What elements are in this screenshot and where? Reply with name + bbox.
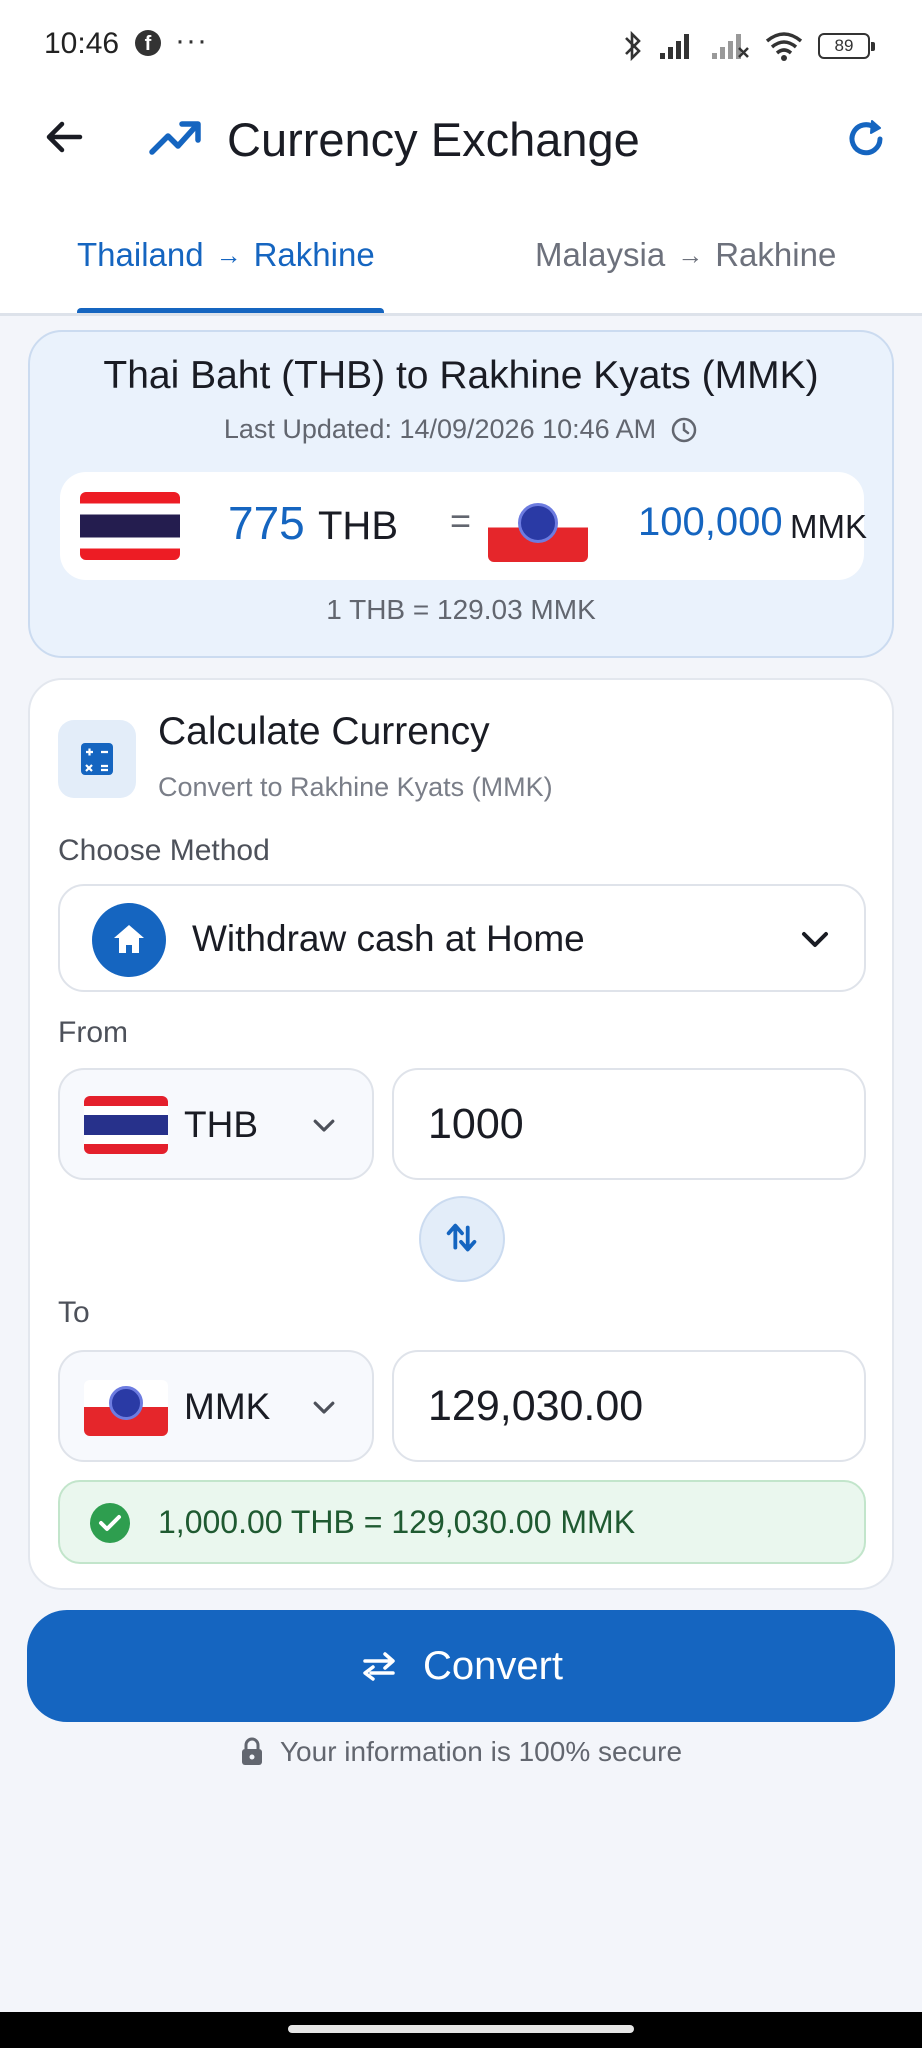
chevron-down-icon	[313, 1119, 335, 1132]
method-value: Withdraw cash at Home	[192, 918, 585, 959]
header-area: 10:46 f ··· 89 Currency Exchange Thailan…	[0, 0, 922, 316]
convert-label: Convert	[422, 1643, 564, 1688]
equals-sign: =	[450, 500, 472, 541]
rate-to-currency: MMK	[790, 508, 867, 545]
more-notifications-icon: ···	[175, 24, 208, 57]
result-text: 1,000.00 THB = 129,030.00 MMK	[158, 1504, 636, 1540]
method-label: Choose Method	[58, 834, 270, 867]
system-nav-bar	[0, 2012, 922, 2048]
signal-off-icon	[712, 34, 749, 59]
refresh-icon[interactable]	[842, 115, 890, 163]
trending-up-icon	[149, 121, 201, 155]
page-title: Currency Exchange	[227, 113, 640, 166]
arrow-right-icon: →	[677, 240, 704, 270]
convert-button-content: Convert	[27, 1610, 895, 1722]
calculator-subtitle: Convert to Rakhine Kyats (MMK)	[158, 772, 553, 802]
chevron-down-icon	[313, 1401, 335, 1414]
security-text: Your information is 100% secure	[279, 1736, 683, 1767]
last-updated-text: Last Updated: 14/09/2026 10:46 AM	[223, 414, 657, 444]
to-currency-select[interactable]: MMK	[58, 1350, 374, 1462]
rate-to-amount: 100,000	[638, 500, 783, 544]
swap-currencies-button[interactable]	[419, 1196, 505, 1282]
lock-icon	[241, 1737, 262, 1765]
check-circle-icon	[90, 1503, 130, 1543]
facebook-icon: f	[135, 30, 161, 56]
rate-from-amount: 775	[228, 497, 305, 549]
status-icons: 89	[622, 26, 875, 66]
back-arrow-icon[interactable]	[40, 112, 90, 162]
exchange-rate-card: Thai Baht (THB) to Rakhine Kyats (MMK) L…	[28, 330, 894, 658]
arrow-right-icon: →	[215, 240, 242, 270]
home-icon	[92, 903, 166, 977]
battery-icon: 89	[818, 33, 875, 59]
rakhine-flag-icon	[84, 1380, 168, 1436]
swap-horizontal-icon	[363, 1652, 395, 1681]
to-currency-code: MMK	[184, 1386, 271, 1427]
tab-to-label: Rakhine	[715, 236, 837, 273]
calculator-card: Calculate Currency Convert to Rakhine Ky…	[28, 678, 894, 1590]
bluetooth-icon	[625, 30, 641, 62]
from-currency-select[interactable]: THB	[58, 1068, 374, 1180]
unit-rate: 1 THB = 129.03 MMK	[326, 594, 596, 625]
thailand-flag-icon	[84, 1096, 168, 1154]
signal-icon	[660, 34, 689, 59]
tab-from-label: Malaysia	[535, 236, 666, 273]
tab-divider	[0, 313, 922, 316]
status-time: 10:46	[44, 27, 120, 60]
tab-from-label: Thailand	[77, 236, 204, 273]
conversion-result: 1,000.00 THB = 129,030.00 MMK	[58, 1480, 866, 1564]
calculator-icon	[58, 720, 136, 798]
clock-icon	[671, 417, 697, 443]
home-gesture-handle[interactable]	[288, 2025, 634, 2033]
thailand-flag-icon	[80, 492, 180, 560]
convert-button[interactable]: Convert	[27, 1610, 895, 1722]
from-label: From	[58, 1016, 128, 1049]
to-label: To	[58, 1296, 90, 1329]
rate-from-currency: THB	[318, 504, 398, 548]
from-amount-input[interactable]	[392, 1068, 866, 1180]
tab-to-label: Rakhine	[253, 236, 375, 273]
method-select[interactable]: Withdraw cash at Home	[58, 884, 866, 992]
rate-summary-row: 775 THB = 100,000 MMK	[60, 472, 867, 580]
rakhine-flag-icon	[488, 496, 588, 562]
chevron-down-icon	[802, 932, 828, 947]
rate-title: Thai Baht (THB) to Rakhine Kyats (MMK)	[103, 354, 819, 397]
calculator-title: Calculate Currency	[158, 710, 490, 753]
security-note: Your information is 100% secure	[0, 1736, 922, 1768]
tab-thailand-rakhine[interactable]: Thailand → Rakhine	[77, 236, 375, 274]
tab-malaysia-rakhine[interactable]: Malaysia → Rakhine	[535, 236, 836, 274]
to-amount-output[interactable]	[392, 1350, 866, 1462]
from-currency-code: THB	[184, 1104, 258, 1145]
last-updated: Last Updated: 14/09/2026 10:46 AM	[30, 414, 892, 445]
swap-vertical-icon	[446, 1223, 477, 1252]
wifi-icon	[765, 32, 803, 61]
